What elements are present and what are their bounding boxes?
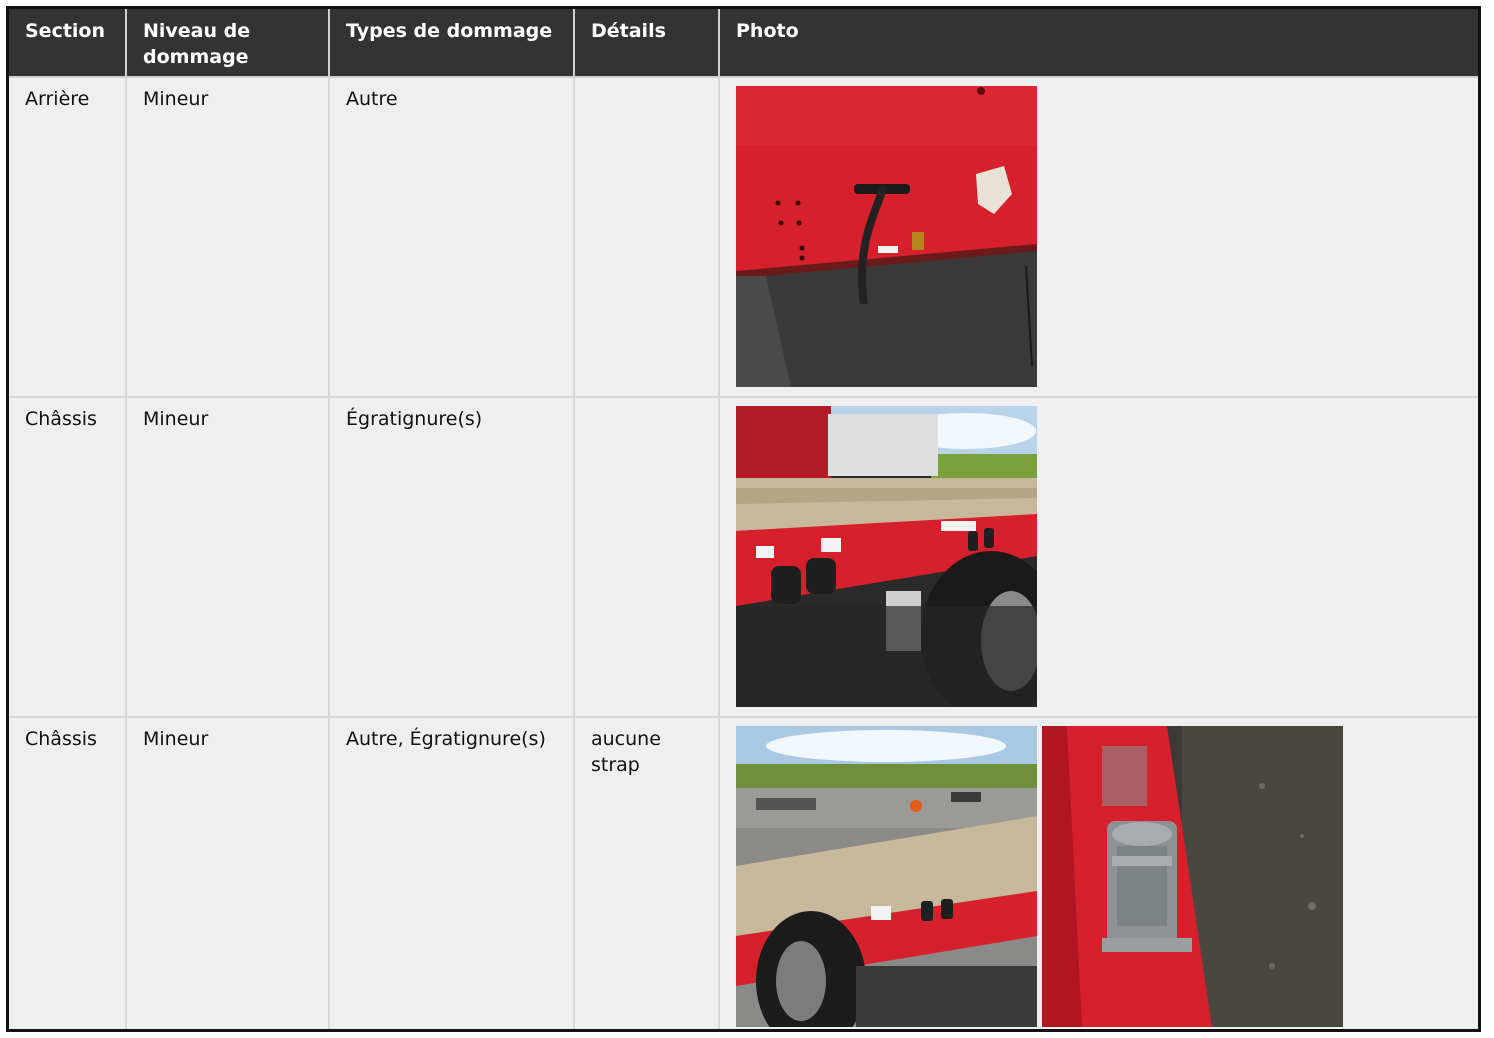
damage-report-table-frame: Section Niveau de dommage Types de domma…: [6, 6, 1481, 1032]
winch-closeup-photo[interactable]: [1042, 726, 1343, 1027]
damage-report-table: Section Niveau de dommage Types de domma…: [9, 9, 1478, 1029]
cell-damage-level: Mineur: [126, 77, 330, 398]
header-photo: Photo: [719, 9, 1478, 78]
cell-section: Arrière: [9, 77, 127, 398]
flatbed-deck-photo[interactable]: [736, 726, 1037, 1027]
chassis-scratch-photo[interactable]: [736, 406, 1037, 707]
cell-details: [574, 77, 720, 398]
cell-damage-level: Mineur: [126, 397, 330, 718]
cell-photos: [719, 77, 1478, 398]
header-section: Section: [9, 9, 127, 78]
cell-section: Châssis: [9, 397, 127, 718]
header-damage-types: Types de dommage: [329, 9, 575, 78]
header-damage-level: Niveau de dommage: [126, 9, 330, 78]
cell-section: Châssis: [9, 717, 127, 1029]
table-row: Châssis Mineur Autre, Égratignure(s) auc…: [9, 717, 1478, 1029]
cell-details: [574, 397, 720, 718]
cell-damage-types: Autre, Égratignure(s): [329, 717, 575, 1029]
header-details: Détails: [574, 9, 720, 78]
table-row: Châssis Mineur Égratignure(s): [9, 397, 1478, 718]
cell-damage-types: Autre: [329, 77, 575, 398]
cell-damage-types: Égratignure(s): [329, 397, 575, 718]
cell-photos: [719, 717, 1478, 1029]
cell-damage-level: Mineur: [126, 717, 330, 1029]
table-header-row: Section Niveau de dommage Types de domma…: [9, 9, 1478, 78]
cell-photos: [719, 397, 1478, 718]
cell-details: aucune strap: [574, 717, 720, 1029]
table-row: Arrière Mineur Autre: [9, 77, 1478, 398]
rear-panel-hose-photo[interactable]: [736, 86, 1037, 387]
